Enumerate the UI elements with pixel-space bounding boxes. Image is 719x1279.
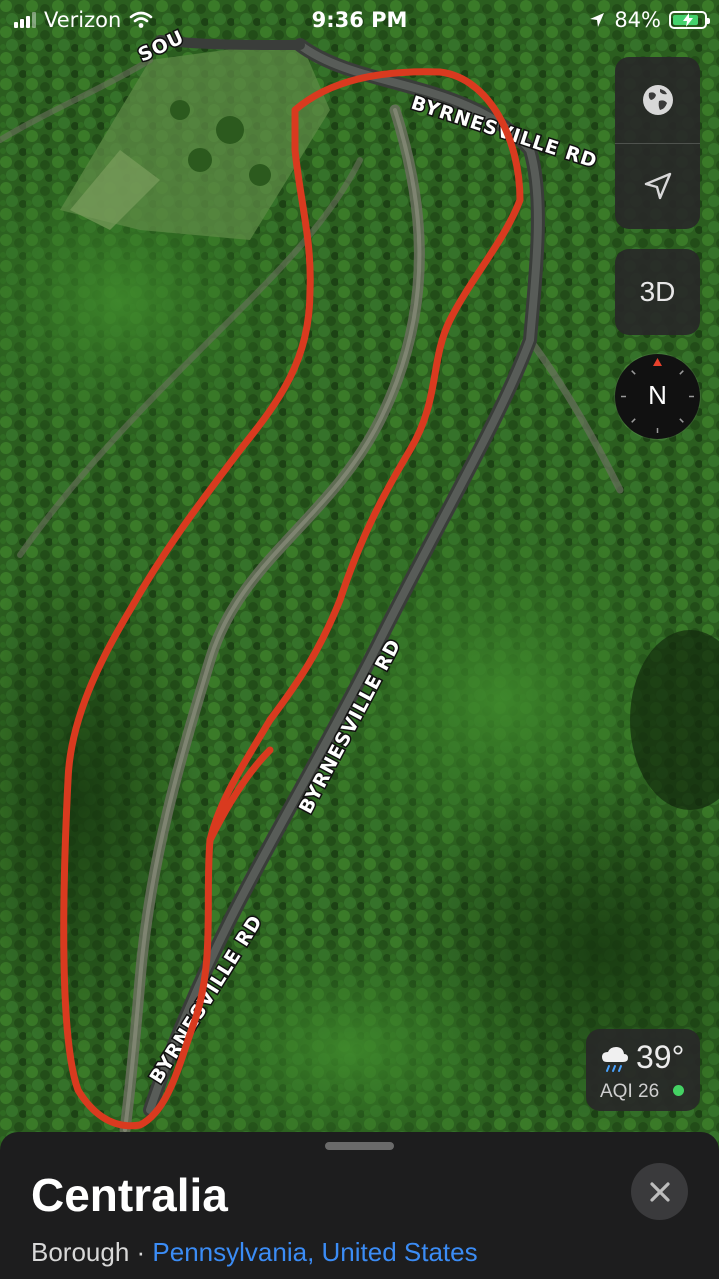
close-icon [649, 1181, 670, 1202]
globe-icon [642, 85, 673, 115]
track-location-button[interactable] [615, 143, 700, 229]
aqi-label: AQI 26 [600, 1081, 660, 1102]
close-button[interactable] [631, 1163, 688, 1220]
map-control-group [615, 57, 700, 229]
place-location-link[interactable]: Pennsylvania, United States [152, 1237, 477, 1267]
compass-button[interactable]: N [615, 354, 700, 439]
sheet-grabber[interactable] [325, 1142, 394, 1150]
place-title: Centralia [31, 1169, 228, 1221]
battery-charging-icon [669, 11, 710, 29]
location-arrow-icon [590, 13, 605, 27]
aqi-status-dot [673, 1085, 684, 1096]
place-subtitle: Borough · Pennsylvania, United States [31, 1237, 478, 1268]
map-type-button[interactable] [615, 57, 700, 143]
weather-widget[interactable]: 39° AQI 26 [586, 1029, 700, 1111]
place-category: Borough [31, 1237, 130, 1267]
temperature-label: 39° [636, 1039, 685, 1075]
place-card-sheet[interactable]: Centralia Borough · Pennsylvania, United… [0, 1132, 719, 1279]
view-3d-button[interactable]: 3D [615, 249, 700, 335]
battery-percent: 84% [614, 8, 661, 32]
status-bar: Verizon 9:36 PM 84% [0, 0, 719, 40]
compass-north-label: N [648, 380, 667, 410]
rain-cloud-icon [602, 1047, 628, 1072]
subtitle-separator: · [129, 1237, 153, 1267]
location-arrow-icon [644, 172, 671, 200]
